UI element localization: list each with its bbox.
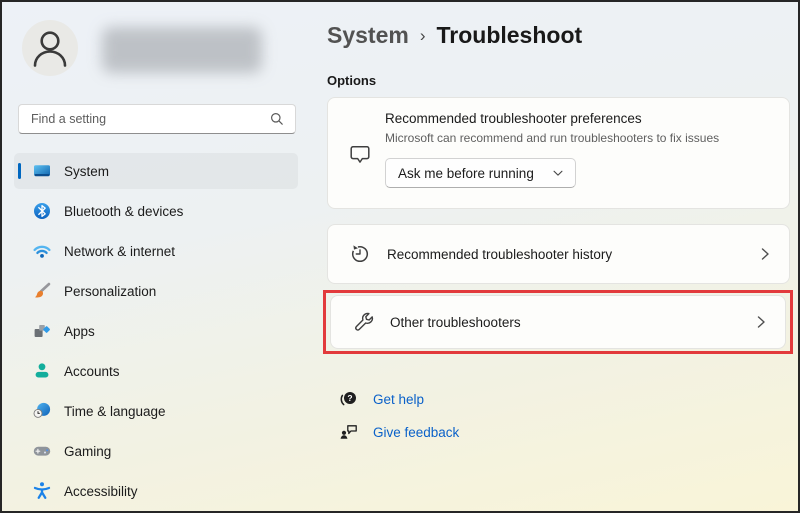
preferences-card-body: Recommended troubleshooter preferences M… xyxy=(385,111,777,188)
sidebar-item-network-internet[interactable]: Network & internet xyxy=(14,233,298,269)
sidebar-item-label: Gaming xyxy=(64,444,111,459)
search-input[interactable] xyxy=(31,112,269,126)
sidebar-item-bluetooth-devices[interactable]: Bluetooth & devices xyxy=(14,193,298,229)
give-feedback-link[interactable]: Give feedback xyxy=(339,421,459,443)
sidebar-item-system[interactable]: System xyxy=(14,153,298,189)
sidebar-item-accessibility[interactable]: Accessibility xyxy=(14,473,298,509)
breadcrumb-parent[interactable]: System xyxy=(327,22,409,49)
chevron-down-icon xyxy=(551,166,565,180)
sidebar-item-time-language[interactable]: Time & language xyxy=(14,393,298,429)
svg-text:?: ? xyxy=(347,393,352,403)
settings-window: System Bluetooth & devices Network & int… xyxy=(0,0,800,513)
other-troubleshooters-title: Other troubleshooters xyxy=(390,315,521,330)
paintbrush-icon xyxy=(32,281,52,301)
speech-bubble-icon xyxy=(349,144,371,166)
preferences-title: Recommended troubleshooter preferences xyxy=(385,111,777,126)
page-title: Troubleshoot xyxy=(437,22,583,49)
gamepad-icon xyxy=(32,441,52,461)
dropdown-value: Ask me before running xyxy=(398,166,534,181)
section-label: Options xyxy=(327,73,376,88)
feedback-icon xyxy=(339,422,359,442)
sidebar-item-label: Network & internet xyxy=(64,244,175,259)
annotation-highlight-box: Other troubleshooters xyxy=(323,290,793,354)
search-icon xyxy=(269,111,285,127)
history-card[interactable]: Recommended troubleshooter history xyxy=(327,224,790,284)
other-troubleshooters-card[interactable]: Other troubleshooters xyxy=(330,295,786,349)
apps-icon xyxy=(32,321,52,341)
sidebar-item-personalization[interactable]: Personalization xyxy=(14,273,298,309)
time-language-icon xyxy=(32,401,52,421)
get-help-label: Get help xyxy=(373,392,424,407)
person-icon xyxy=(22,20,78,76)
system-icon xyxy=(32,161,52,181)
selected-indicator xyxy=(18,163,21,179)
user-name-blurred xyxy=(102,27,262,73)
help-icon: ? xyxy=(339,389,359,409)
preferences-card: Recommended troubleshooter preferences M… xyxy=(327,97,790,209)
breadcrumb: System › Troubleshoot xyxy=(327,19,582,51)
sidebar-item-label: Personalization xyxy=(64,284,156,299)
sidebar-item-label: Bluetooth & devices xyxy=(64,204,183,219)
sidebar-item-label: Time & language xyxy=(64,404,166,419)
chevron-separator-icon: › xyxy=(420,26,426,46)
sidebar-nav: System Bluetooth & devices Network & int… xyxy=(14,153,298,513)
accounts-icon xyxy=(32,361,52,381)
give-feedback-label: Give feedback xyxy=(373,425,459,440)
accessibility-icon xyxy=(32,481,52,501)
sidebar-item-accounts[interactable]: Accounts xyxy=(14,353,298,389)
footer-links: ? Get help Give feedback xyxy=(339,388,459,454)
sidebar-item-label: Apps xyxy=(64,324,95,339)
sidebar-item-label: Accounts xyxy=(64,364,120,379)
get-help-link[interactable]: ? Get help xyxy=(339,388,459,410)
history-icon xyxy=(349,243,371,265)
search-box[interactable] xyxy=(18,104,296,134)
wifi-icon xyxy=(32,241,52,261)
sidebar-item-label: Accessibility xyxy=(64,484,138,499)
preferences-description: Microsoft can recommend and run troubles… xyxy=(385,131,777,145)
chevron-right-icon xyxy=(753,314,769,330)
sidebar-item-apps[interactable]: Apps xyxy=(14,313,298,349)
avatar[interactable] xyxy=(22,20,78,76)
wrench-icon xyxy=(352,311,374,333)
chevron-right-icon xyxy=(757,246,773,262)
sidebar-item-gaming[interactable]: Gaming xyxy=(14,433,298,469)
bluetooth-icon xyxy=(32,201,52,221)
history-title: Recommended troubleshooter history xyxy=(387,247,612,262)
preferences-dropdown[interactable]: Ask me before running xyxy=(385,158,576,188)
sidebar-item-label: System xyxy=(64,164,109,179)
